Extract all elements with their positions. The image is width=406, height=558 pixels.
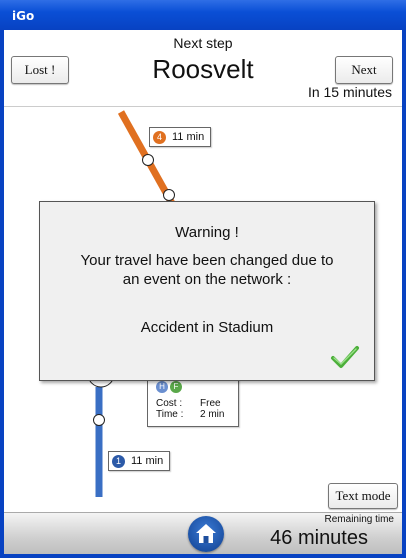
home-icon xyxy=(196,524,216,543)
line-1-time: 11 min xyxy=(131,455,164,467)
h-facility-icon: H xyxy=(156,381,168,393)
time-value: 2 min xyxy=(200,409,225,420)
checkmark-icon[interactable] xyxy=(330,342,360,372)
dialog-title: Warning ! xyxy=(175,224,239,241)
dialog-message-line-2: an event on the network : xyxy=(122,271,292,288)
f-facility-icon: F xyxy=(170,381,182,393)
line-4-badge: 4 xyxy=(153,130,166,144)
dialog-event: Accident in Stadium xyxy=(140,319,274,336)
warning-dialog: Warning ! Your travel have been changed … xyxy=(39,201,375,381)
next-step-label: Next step xyxy=(173,35,233,51)
window-title: iGo xyxy=(12,9,35,23)
time-row: Time : 2 min xyxy=(156,409,224,420)
remaining-time-value: 46 minutes xyxy=(270,527,368,549)
text-mode-button[interactable]: Text mode xyxy=(328,483,398,509)
line-1-badge: 1 xyxy=(112,454,125,468)
facility-icons: HF xyxy=(156,381,184,393)
header: Lost ! Next step Roosvelt Next In 15 min… xyxy=(4,30,402,107)
transfer-info-box: HF Cost : Free Time : 2 min xyxy=(147,377,239,427)
remaining-time-label: Remaining time xyxy=(324,514,394,525)
next-button[interactable]: Next xyxy=(335,56,393,84)
line-1-time-chip: 1 11 min xyxy=(108,451,171,471)
window-titlebar: iGo xyxy=(0,0,406,30)
time-label: Time : xyxy=(156,409,184,420)
cost-row: Cost : Free xyxy=(156,398,221,409)
line-4-time-chip: 4 11 min xyxy=(149,127,212,147)
cost-label: Cost : xyxy=(156,398,183,409)
station-node xyxy=(163,189,175,201)
station-node xyxy=(142,154,154,166)
bottom-bar: Remaining time 46 minutes xyxy=(4,512,402,554)
eta-label: In 15 minutes xyxy=(307,84,392,100)
cost-value: Free xyxy=(200,398,221,409)
app-client-area: Lost ! Next step Roosvelt Next In 15 min… xyxy=(4,30,402,554)
dialog-message-line-1: Your travel have been changed due to xyxy=(80,252,334,269)
station-node xyxy=(93,414,105,426)
home-button[interactable] xyxy=(188,516,224,552)
line-4-time: 11 min xyxy=(172,131,205,143)
